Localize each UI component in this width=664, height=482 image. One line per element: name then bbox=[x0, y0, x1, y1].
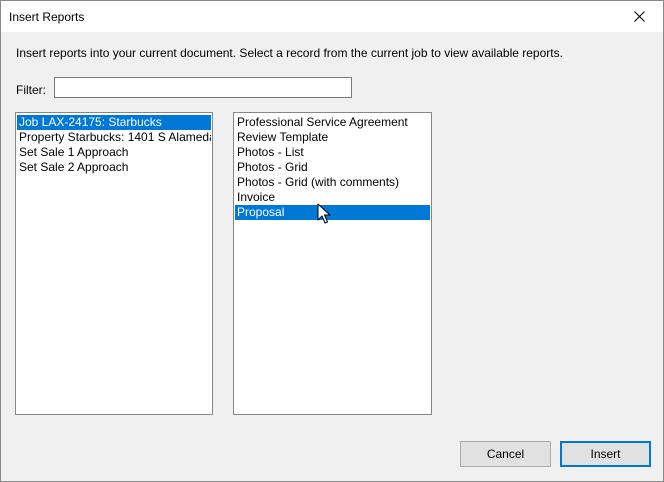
record-item-property[interactable]: Property Starbucks: 1401 S Alameda S bbox=[17, 130, 211, 145]
record-item-set-sale-1[interactable]: Set Sale 1 Approach bbox=[17, 145, 211, 160]
mouse-pointer-icon bbox=[317, 203, 331, 224]
filter-label: Filter: bbox=[16, 83, 46, 97]
window-title: Insert Reports bbox=[9, 10, 85, 24]
record-item-set-sale-2[interactable]: Set Sale 2 Approach bbox=[17, 160, 211, 175]
cancel-button[interactable]: Cancel bbox=[460, 441, 551, 467]
report-item-review-template[interactable]: Review Template bbox=[235, 130, 430, 145]
report-item-invoice[interactable]: Invoice bbox=[235, 190, 430, 205]
insert-button[interactable]: Insert bbox=[560, 441, 651, 467]
report-item-photos-grid[interactable]: Photos - Grid bbox=[235, 160, 430, 175]
filter-input[interactable] bbox=[54, 77, 352, 98]
report-item-photos-grid-comments[interactable]: Photos - Grid (with comments) bbox=[235, 175, 430, 190]
reports-listbox[interactable]: Professional Service Agreement Review Te… bbox=[233, 112, 432, 415]
report-item-professional-service-agreement[interactable]: Professional Service Agreement bbox=[235, 115, 430, 130]
instructions-text: Insert reports into your current documen… bbox=[16, 46, 563, 60]
record-item-job[interactable]: Job LAX-24175: Starbucks bbox=[17, 115, 211, 130]
insert-reports-dialog: Insert Reports Insert reports into your … bbox=[0, 0, 664, 482]
report-item-proposal[interactable]: Proposal bbox=[235, 205, 430, 220]
report-item-photos-list[interactable]: Photos - List bbox=[235, 145, 430, 160]
close-icon bbox=[634, 11, 645, 22]
close-button[interactable] bbox=[617, 1, 663, 32]
title-bar: Insert Reports bbox=[1, 1, 663, 32]
records-listbox[interactable]: Job LAX-24175: Starbucks Property Starbu… bbox=[15, 112, 213, 415]
